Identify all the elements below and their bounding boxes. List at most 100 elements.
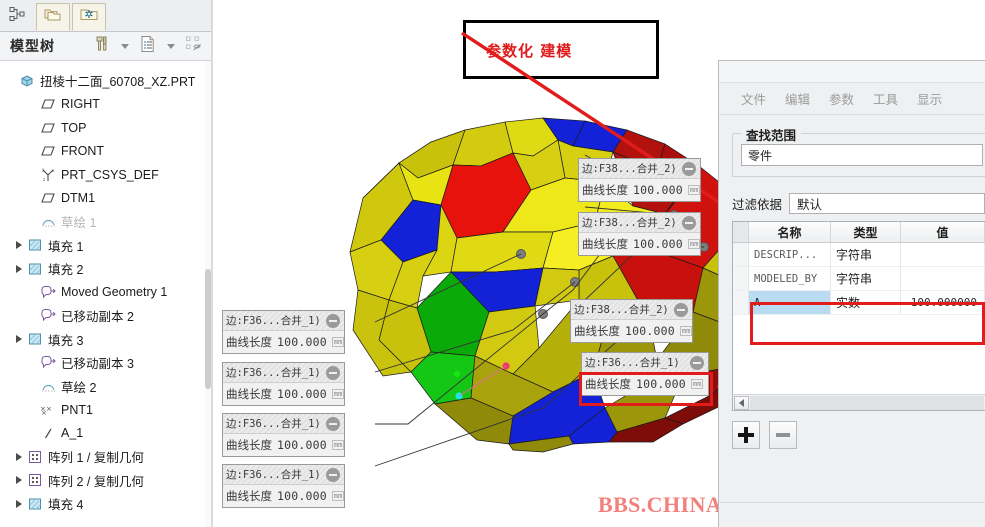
cell-value[interactable]	[901, 243, 985, 266]
cell-name[interactable]: MODELED_BY	[749, 267, 831, 290]
table-horizontal-scrollbar[interactable]	[733, 394, 985, 410]
dimension-callout[interactable]: 边:F36...合并_1) 曲线长度 100.000 mm	[222, 464, 345, 508]
dialog-menu-bar[interactable]: 文件 编辑 参数 工具 显示	[719, 83, 985, 115]
tree-panel-title: 模型树	[10, 38, 55, 54]
row-gutter[interactable]	[733, 243, 749, 266]
tree-item[interactable]: 阵列 1 / 复制几何	[0, 445, 205, 469]
tree-item[interactable]: FRONT	[0, 140, 205, 164]
folder-browser-tab[interactable]	[36, 3, 70, 31]
dimension-value[interactable]: 100.000	[277, 438, 327, 452]
collapse-icon[interactable]	[682, 215, 696, 230]
model-tree-tab[interactable]	[0, 3, 34, 31]
scrollbar-track[interactable]	[750, 395, 984, 410]
column-header-value[interactable]: 值	[901, 222, 985, 242]
dimension-callout[interactable]: 边:F36...合并_1) 曲线长度 100.000 mm	[222, 310, 345, 354]
add-parameter-button[interactable]	[732, 421, 760, 449]
callout-name: 边:F36...合并_1)	[585, 357, 680, 369]
tree-item[interactable]: 草绘 2	[0, 375, 205, 399]
dimension-value[interactable]: 100.000	[633, 183, 683, 197]
cell-name[interactable]: DESCRIP...	[749, 243, 831, 266]
cell-type[interactable]: 字符串	[831, 267, 901, 290]
tree-item[interactable]: 阵列 2 / 复制几何	[0, 469, 205, 493]
tree-item[interactable]: × × × PNT1	[0, 398, 205, 422]
collapse-icon[interactable]	[326, 467, 340, 482]
dimension-value[interactable]: 100.000	[633, 237, 683, 251]
tree-item-label: 阵列 2 / 复制几何	[48, 474, 144, 489]
menu-item-params[interactable]: 参数	[829, 89, 854, 108]
tree-item[interactable]: DTM1	[0, 187, 205, 211]
svg-text:×: ×	[41, 409, 47, 416]
list-document-icon	[140, 35, 156, 58]
dimension-label: 曲线长度	[226, 335, 272, 349]
dimension-value[interactable]: 100.000	[277, 335, 327, 349]
expander-triangle-icon[interactable]	[12, 241, 25, 250]
collapse-icon[interactable]	[326, 416, 340, 431]
tree-item[interactable]: 已移动副本 3	[0, 351, 205, 375]
expander-triangle-icon[interactable]	[12, 335, 25, 344]
row-gutter[interactable]	[733, 291, 749, 314]
tree-item[interactable]: TOP	[0, 116, 205, 140]
expander-triangle-icon[interactable]	[12, 476, 25, 485]
expander-triangle-icon[interactable]	[12, 452, 25, 461]
tree-item-label: 填充 1	[48, 239, 84, 254]
tree-filter-caret[interactable]	[160, 35, 182, 57]
dialog-body: 查找范围 零件 过滤依据 默认 名称 类型 值 DESCRIP... 字符串 M…	[719, 115, 985, 449]
tree-display-button[interactable]	[183, 35, 205, 57]
scroll-left-button[interactable]	[734, 395, 749, 410]
expander-triangle-icon[interactable]	[12, 264, 25, 273]
callout-value-row: 曲线长度 100.000 mm	[571, 320, 693, 342]
dimension-callout[interactable]: 边:F38...合并_2) 曲线长度 100.000 mm	[570, 299, 693, 343]
tree-item[interactable]: 扭棱十二面_60708_XZ.PRT	[0, 69, 205, 93]
search-scope-select[interactable]: 零件	[741, 144, 983, 166]
tree-item[interactable]: y x z PRT_CSYS_DEF	[0, 163, 205, 187]
collapse-icon[interactable]	[690, 355, 704, 370]
table-row[interactable]: DESCRIP... 字符串	[733, 243, 985, 267]
tree-item[interactable]: RIGHT	[0, 93, 205, 117]
tree-filter-button[interactable]	[137, 35, 159, 57]
parameters-dialog[interactable]: 文件 编辑 参数 工具 显示 查找范围 零件 过滤依据 默认 名称 类型 值 D…	[718, 60, 985, 527]
callout-header: 边:F38...合并_2)	[579, 159, 700, 179]
tree-item[interactable]: A_1	[0, 422, 205, 446]
dialog-footer	[719, 502, 985, 527]
collapse-icon[interactable]	[682, 161, 696, 176]
callout-header: 边:F36...合并_1)	[223, 414, 344, 434]
row-gutter[interactable]	[733, 267, 749, 290]
collapse-icon[interactable]	[674, 302, 688, 317]
tree-item-label: DTM1	[61, 191, 96, 206]
expander-triangle-icon[interactable]	[12, 499, 25, 508]
filter-select[interactable]: 默认	[789, 193, 985, 214]
dimension-value[interactable]: 100.000	[277, 387, 327, 401]
tree-item[interactable]: 填充 1	[0, 234, 205, 258]
model-tree-list[interactable]: 扭棱十二面_60708_XZ.PRT RIGHT TOP FRONT y x z PRT_CS…	[0, 61, 205, 527]
table-row[interactable]: MODELED_BY 字符串	[733, 267, 985, 291]
tree-item-label: 填充 2	[48, 263, 84, 278]
dimension-callout[interactable]: 边:F36...合并_1) 曲线长度 100.000 mm	[222, 362, 345, 406]
menu-item-tools[interactable]: 工具	[873, 89, 898, 108]
dimension-value[interactable]: 100.000	[277, 489, 327, 503]
tree-settings-caret[interactable]	[114, 35, 136, 57]
tree-item[interactable]: 已移动副本 2	[0, 304, 205, 328]
menu-item-file[interactable]: 文件	[741, 89, 766, 108]
cell-value[interactable]	[901, 267, 985, 290]
dimension-callout[interactable]: 边:F38...合并_2) 曲线长度 100.000 mm	[578, 158, 701, 202]
tree-settings-button[interactable]	[91, 35, 113, 57]
tree-item[interactable]: Moved Geometry 1	[0, 281, 205, 305]
filter-row: 过滤依据 默认	[732, 193, 985, 214]
tree-item[interactable]: 填充 2	[0, 257, 205, 281]
collapse-icon[interactable]	[326, 365, 340, 380]
dialog-title-bar[interactable]	[719, 61, 985, 83]
menu-item-display[interactable]: 显示	[917, 89, 942, 108]
collapse-icon[interactable]	[326, 313, 340, 328]
tree-item[interactable]: 填充 3	[0, 328, 205, 352]
menu-item-edit[interactable]: 编辑	[785, 89, 810, 108]
tree-item[interactable]: 填充 4	[0, 492, 205, 516]
tree-item[interactable]: 草绘 1	[0, 210, 205, 234]
column-header-type[interactable]: 类型	[831, 222, 901, 242]
cell-type[interactable]: 字符串	[831, 243, 901, 266]
dimension-callout[interactable]: 边:F36...合并_1) 曲线长度 100.000 mm	[222, 413, 345, 457]
column-header-name[interactable]: 名称	[749, 222, 831, 242]
favorites-tab[interactable]: ✲	[72, 3, 106, 31]
dimension-callout[interactable]: 边:F38...合并_2) 曲线长度 100.000 mm	[578, 212, 701, 256]
dimension-value[interactable]: 100.000	[625, 324, 675, 338]
remove-parameter-button[interactable]	[769, 421, 797, 449]
